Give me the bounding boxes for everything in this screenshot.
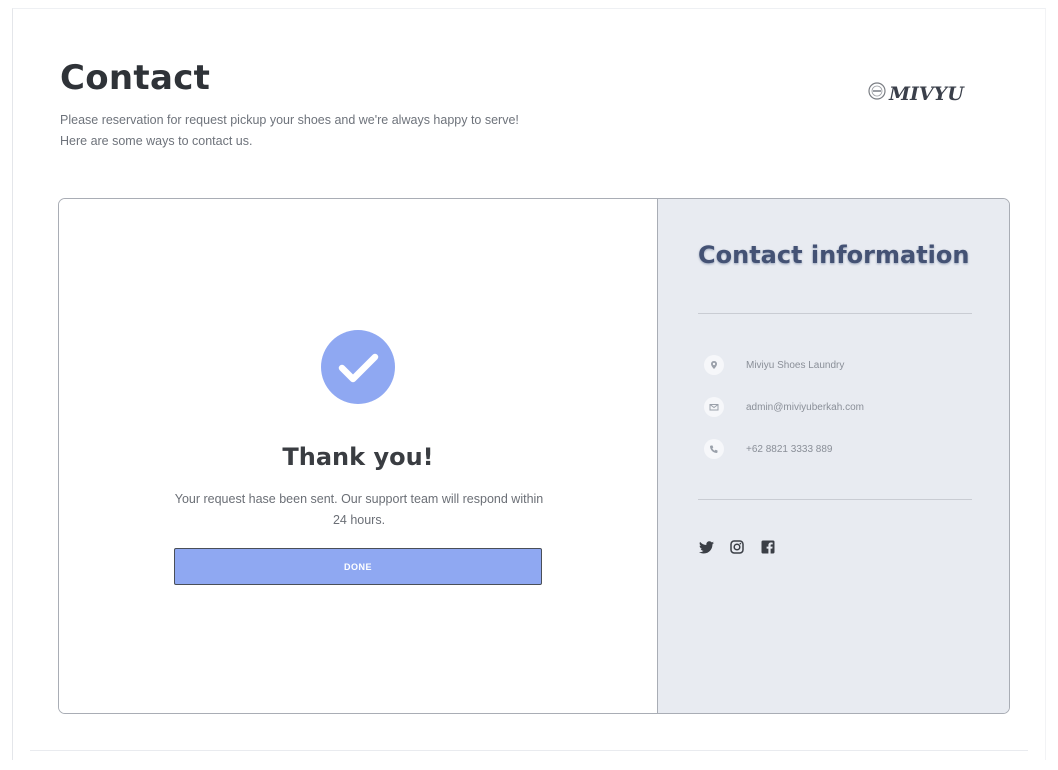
contact-email-row: admin@miviyuberkah.com (704, 396, 864, 418)
contact-card: Thank you! Your request hase been sent. … (58, 198, 1010, 714)
brand-logo-text: MIVYU (888, 83, 965, 105)
page-title: Contact (60, 58, 211, 98)
page-subtitle: Please reservation for request pickup yo… (60, 110, 519, 152)
contact-address-row: Miviyu Shoes Laundry (704, 354, 844, 376)
contact-page: Contact Please reservation for request p… (0, 0, 1058, 770)
done-button[interactable]: DONE (174, 548, 542, 585)
thank-you-heading: Thank you! (282, 443, 434, 471)
subtitle-line-2: Here are some ways to contact us. (60, 134, 253, 148)
contact-phone-link[interactable]: +62 8821 3333 889 (746, 444, 832, 455)
email-icon (704, 397, 724, 417)
phone-icon (704, 439, 724, 459)
divider (698, 499, 972, 500)
divider (698, 313, 972, 314)
footer-divider (30, 750, 1028, 751)
brand-badge-icon (868, 82, 886, 100)
brand-logo: MIVYU (866, 60, 996, 110)
contact-info-panel: Contact information Miviyu Shoes Laundry (657, 199, 1009, 713)
check-circle-icon (321, 330, 395, 404)
brand-logo-mark: MIVYU (868, 82, 965, 105)
contact-email-link[interactable]: admin@miviyuberkah.com (746, 402, 864, 413)
twitter-icon[interactable] (698, 539, 714, 555)
subtitle-line-1: Please reservation for request pickup yo… (60, 113, 519, 127)
contact-phone-row: +62 8821 3333 889 (704, 438, 832, 460)
facebook-icon[interactable] (760, 539, 776, 555)
thank-you-message: Your request hase been sent. Our support… (174, 492, 544, 527)
instagram-icon[interactable] (729, 539, 745, 555)
contact-info-title: Contact information (698, 241, 970, 269)
location-pin-icon (704, 355, 724, 375)
social-links (698, 539, 791, 555)
contact-address-text: Miviyu Shoes Laundry (746, 359, 845, 371)
success-panel: Thank you! Your request hase been sent. … (59, 199, 657, 713)
